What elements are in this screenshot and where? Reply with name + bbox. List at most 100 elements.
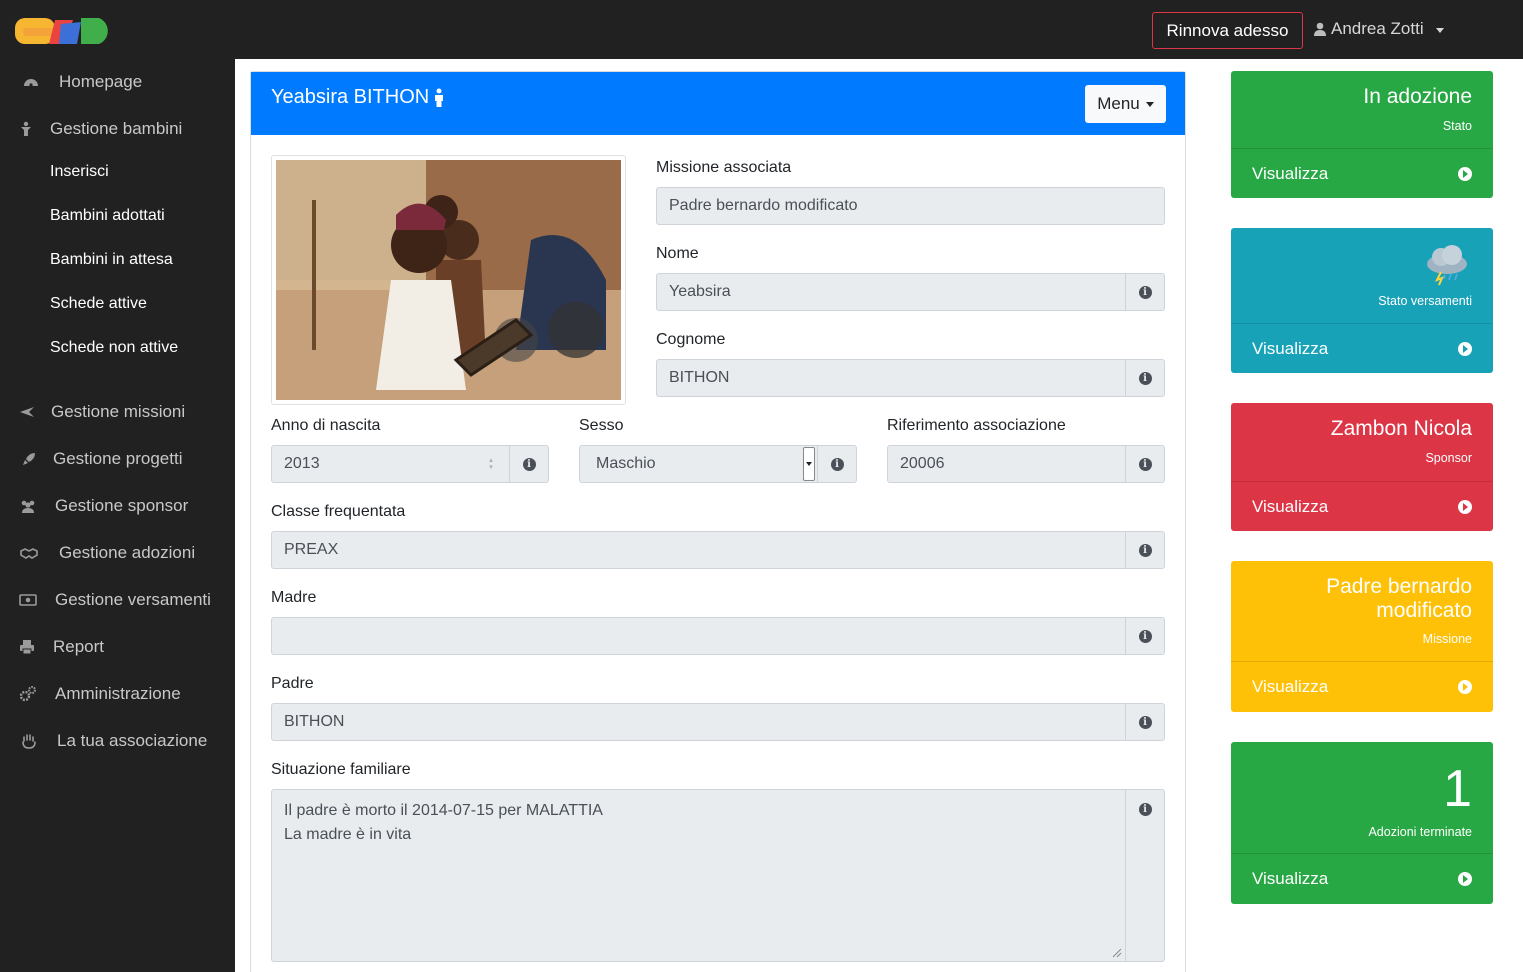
sidebar-item-gestione-versamenti[interactable]: Gestione versamenti: [0, 589, 235, 611]
male-icon: [435, 88, 444, 107]
sidebar-item-label: Gestione missioni: [51, 402, 186, 421]
sex-value: Maschio: [596, 455, 656, 472]
menu-dropdown-button[interactable]: Menu: [1085, 85, 1166, 123]
father-info-button[interactable]: i: [1125, 703, 1165, 741]
sidebar-item-homepage[interactable]: Homepage: [0, 71, 235, 93]
money-icon: [19, 594, 37, 606]
info-icon: i: [522, 457, 536, 471]
child-photo-frame: [271, 155, 626, 405]
info-icon: i: [1138, 543, 1152, 557]
sidebar-item-label: Amministrazione: [55, 684, 181, 703]
surname-field[interactable]: BITHON: [656, 359, 1126, 397]
birth-year-value: 2013: [284, 455, 320, 472]
class-info-button[interactable]: i: [1125, 531, 1165, 569]
sponsor-widget: Zambon Nicola Sponsor Visualizza: [1231, 403, 1493, 531]
family-textarea[interactable]: Il padre è morto il 2014-07-15 per MALAT…: [271, 789, 1126, 962]
sidebar-subitem-bambini-adottati[interactable]: Bambini adottati: [50, 207, 165, 225]
sidebar-item-amministrazione[interactable]: Amministrazione: [0, 683, 235, 705]
sidebar-item-label: Gestione versamenti: [55, 590, 211, 609]
sidebar-subitem-schede-non-attive[interactable]: Schede non attive: [50, 339, 178, 357]
user-menu[interactable]: Andrea Zotti: [1314, 19, 1444, 39]
mission-widget: Padre bernardo modificato Missione Visua…: [1231, 561, 1493, 712]
sidebar-subitem-schede-attive[interactable]: Schede attive: [50, 295, 147, 313]
name-field[interactable]: Yeabsira: [656, 273, 1126, 311]
child-icon: [21, 121, 31, 136]
hand-icon: [22, 734, 36, 749]
arrow-circle-right-icon: [1458, 341, 1472, 356]
menu-label: Menu: [1097, 94, 1140, 113]
sidebar-item-gestione-bambini[interactable]: Gestione bambini: [0, 118, 235, 140]
sidebar: Homepage Gestione bambini Inserisci Bamb…: [0, 59, 235, 972]
widget-footer-label: Visualizza: [1252, 338, 1329, 358]
child-photo: [276, 160, 621, 400]
resize-handle-icon[interactable]: [1110, 946, 1122, 958]
sidebar-item-label: Gestione adozioni: [59, 543, 196, 562]
birth-year-field[interactable]: 2013 ▴ ▾: [271, 445, 510, 483]
widget-footer-label: Visualizza: [1252, 868, 1329, 888]
widget-title: Zambon Nicola: [1330, 417, 1472, 440]
mother-label: Madre: [271, 589, 317, 606]
renew-button[interactable]: Rinnova adesso: [1152, 12, 1303, 49]
mission-field[interactable]: Padre bernardo modificato: [656, 187, 1165, 225]
ref-field[interactable]: 20006: [887, 445, 1126, 483]
widget-subtitle: Stato versamenti: [1378, 294, 1472, 308]
class-field[interactable]: PREAX: [271, 531, 1126, 569]
mission-view-link[interactable]: Visualizza: [1231, 661, 1493, 711]
sidebar-item-label: Gestione sponsor: [55, 496, 189, 515]
sidebar-item-label: Report: [53, 637, 105, 656]
app-logo[interactable]: [15, 16, 117, 46]
sidebar-item-label: Homepage: [59, 72, 143, 91]
widget-title: Padre bernardo modificato: [1326, 575, 1472, 622]
family-info-button[interactable]: i: [1125, 789, 1165, 962]
info-icon: i: [830, 457, 844, 471]
user-name: Andrea Zotti: [1331, 19, 1424, 38]
sex-info-button[interactable]: i: [817, 445, 857, 483]
number-spinner-icon[interactable]: ▴ ▾: [487, 457, 495, 471]
sidebar-item-gestione-missioni[interactable]: Gestione missioni: [0, 401, 235, 423]
chevron-down-icon: [1145, 101, 1154, 107]
sidebar-subitem-inserisci[interactable]: Inserisci: [50, 163, 109, 181]
storm-cloud-icon: [1427, 245, 1467, 286]
completed-adoptions-view-link[interactable]: Visualizza: [1231, 853, 1493, 903]
surname-label: Cognome: [656, 331, 726, 348]
completed-adoptions-widget: 1 Adozioni terminate Visualizza: [1231, 742, 1493, 904]
handshake-icon: [20, 548, 38, 559]
sidebar-item-gestione-sponsor[interactable]: Gestione sponsor: [0, 495, 235, 517]
child-full-name: Yeabsira BITHON: [271, 86, 430, 108]
mother-info-button[interactable]: i: [1125, 617, 1165, 655]
dashboard-icon: [24, 79, 38, 87]
surname-info-button[interactable]: i: [1125, 359, 1165, 397]
info-icon: i: [1138, 285, 1152, 299]
arrow-circle-right-icon: [1458, 499, 1472, 514]
ref-info-button[interactable]: i: [1125, 445, 1165, 483]
sidebar-subitem-bambini-in-attesa[interactable]: Bambini in attesa: [50, 251, 173, 269]
plane-icon: [20, 407, 34, 417]
rocket-icon: [23, 453, 35, 465]
mother-field[interactable]: [271, 617, 1126, 655]
widget-subtitle: Sponsor: [1425, 451, 1472, 465]
widget-subtitle: Adozioni terminate: [1368, 825, 1472, 839]
sponsor-view-link[interactable]: Visualizza: [1231, 481, 1493, 531]
widget-subtitle: Missione: [1422, 632, 1472, 646]
widget-footer-label: Visualizza: [1252, 676, 1329, 696]
info-icon: i: [1138, 371, 1152, 385]
payments-view-link[interactable]: Visualizza: [1231, 323, 1493, 373]
father-field[interactable]: BITHON: [271, 703, 1126, 741]
sex-select[interactable]: Maschio: [579, 445, 818, 483]
sidebar-item-report[interactable]: Report: [0, 636, 235, 658]
info-icon: i: [1138, 803, 1152, 816]
card-header: Yeabsira BITHON Menu: [251, 72, 1185, 135]
name-label: Nome: [656, 245, 699, 262]
birth-year-info-button[interactable]: i: [509, 445, 549, 483]
name-info-button[interactable]: i: [1125, 273, 1165, 311]
sidebar-item-la-tua-associazione[interactable]: La tua associazione: [0, 730, 235, 752]
sidebar-item-label: Gestione bambini: [50, 119, 183, 138]
info-icon: i: [1138, 715, 1152, 729]
select-arrow-icon[interactable]: [803, 447, 815, 481]
top-navbar: Rinnova adesso Andrea Zotti: [0, 0, 1523, 59]
sidebar-item-gestione-progetti[interactable]: Gestione progetti: [0, 448, 235, 470]
sidebar-item-gestione-adozioni[interactable]: Gestione adozioni: [0, 542, 235, 564]
ref-label: Riferimento associazione: [887, 417, 1066, 434]
status-view-link[interactable]: Visualizza: [1231, 148, 1493, 198]
user-icon: [1314, 22, 1326, 36]
